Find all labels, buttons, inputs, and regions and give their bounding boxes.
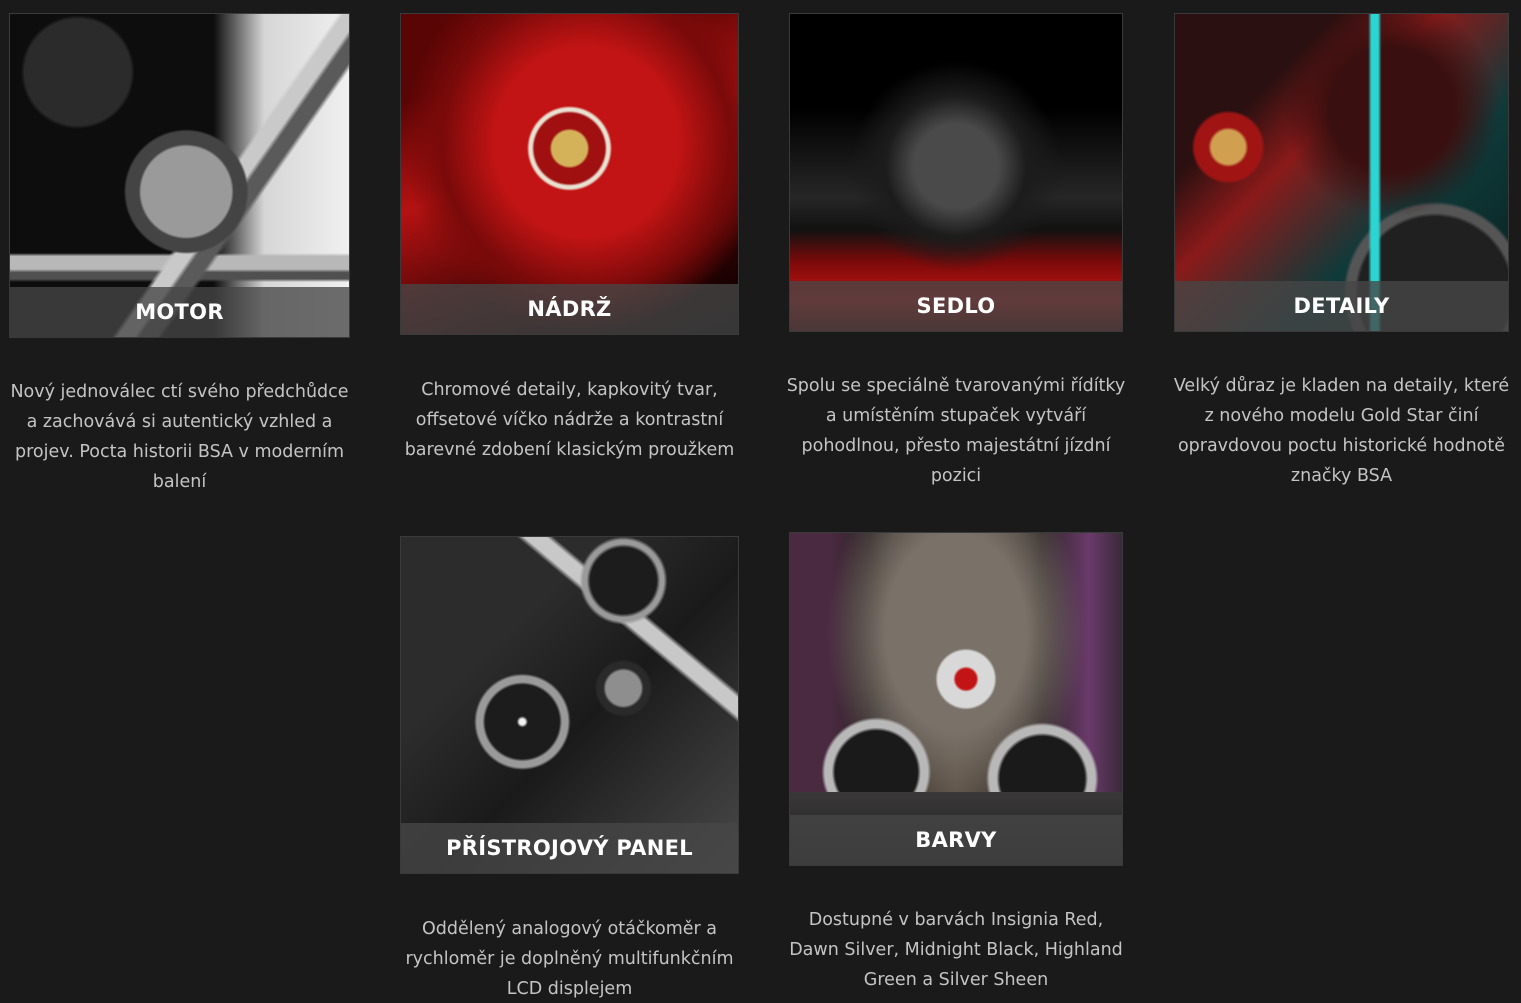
feature-description: Spolu se speciálně tvarovanými řídítky a… (786, 376, 1126, 486)
feature-description: Chromové detaily, kapkovitý tvar, offset… (404, 380, 735, 460)
feature-description: Oddělený analogový otáčkoměr a rychloměr… (405, 919, 734, 999)
feature-image-instrument-panel[interactable]: PŘÍSTROJOVÝ PANEL (400, 536, 739, 874)
feature-label-bar: SEDLO (790, 281, 1122, 331)
feature-label-bar: NÁDRŽ (401, 284, 738, 334)
feature-image-seat[interactable]: SEDLO (789, 13, 1123, 332)
feature-description: Nový jednoválec ctí svého předchůdce a z… (10, 382, 349, 492)
feature-title: NÁDRŽ (527, 297, 612, 321)
feature-title: DETAILY (1293, 294, 1390, 318)
feature-label-bar: PŘÍSTROJOVÝ PANEL (401, 823, 738, 873)
feature-image-tank[interactable]: NÁDRŽ (400, 13, 739, 335)
feature-title: SEDLO (916, 294, 996, 318)
feature-image-details[interactable]: DETAILY (1174, 13, 1509, 332)
feature-image-colors[interactable]: BARVY (789, 532, 1123, 866)
feature-description: Dostupné v barvách Insignia Red, Dawn Si… (789, 910, 1123, 990)
feature-title: PŘÍSTROJOVÝ PANEL (446, 836, 693, 860)
feature-description: Velký důraz je kladen na detaily, které … (1173, 376, 1510, 486)
feature-label-bar: DETAILY (1175, 281, 1508, 331)
feature-title: BARVY (915, 828, 997, 852)
feature-image-motor[interactable]: MOTOR (9, 13, 350, 338)
feature-label-bar: MOTOR (10, 287, 349, 337)
feature-title: MOTOR (135, 300, 224, 324)
feature-label-bar: BARVY (790, 815, 1122, 865)
